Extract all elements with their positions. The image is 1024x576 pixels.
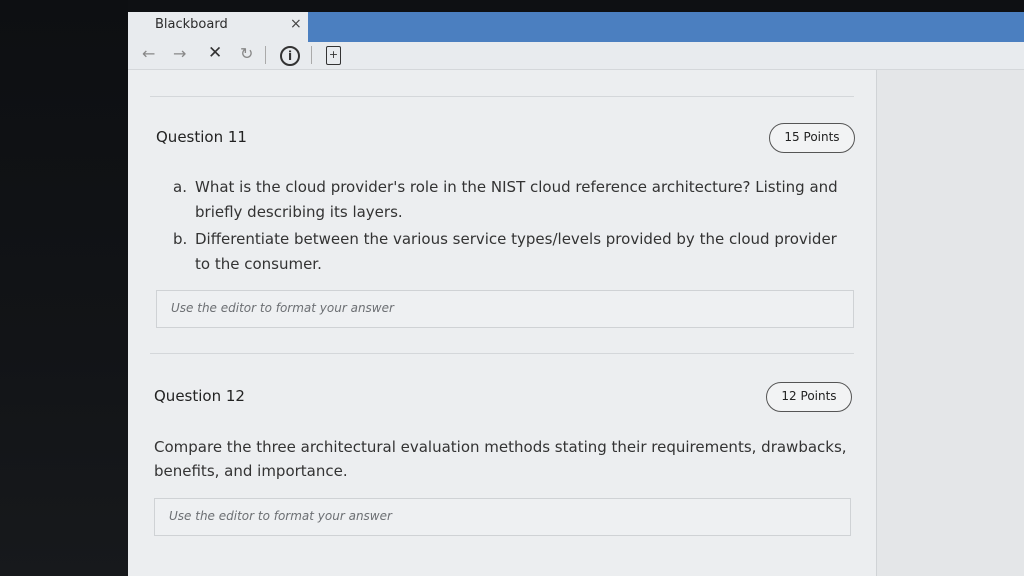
question-11-answer-editor[interactable]: Use the editor to format your answer <box>156 290 854 328</box>
right-side-panel <box>876 70 1024 576</box>
tab-title: Blackboard <box>155 17 228 32</box>
stop-icon[interactable]: ✕ <box>208 43 222 63</box>
tab-blackboard[interactable]: Blackboard × <box>128 12 308 42</box>
answer-placeholder: Use the editor to format your answer <box>171 301 394 315</box>
forward-arrow-icon[interactable]: → <box>173 44 186 63</box>
question-11-body: a. What is the cloud provider's role in … <box>173 175 853 279</box>
monitor-bezel-top <box>128 0 1024 12</box>
tab-close-icon[interactable]: × <box>290 16 302 32</box>
item-marker: b. <box>173 230 188 248</box>
question-11-title: Question 11 <box>156 128 247 146</box>
monitor-bezel-left <box>0 0 128 576</box>
back-arrow-icon[interactable]: ← <box>142 44 155 63</box>
reload-icon[interactable]: ↻ <box>240 44 253 63</box>
assessment-content: Question 11 15 Points a. What is the clo… <box>128 70 876 576</box>
item-text: What is the cloud provider's role in the… <box>195 178 838 221</box>
info-icon[interactable]: i <box>280 46 300 66</box>
divider <box>150 353 854 354</box>
page-icon[interactable]: + <box>326 46 341 65</box>
divider <box>150 96 854 97</box>
navigation-bar: ← → ✕ ↻ i + <box>128 42 1024 70</box>
question-12-text: Compare the three architectural evaluati… <box>154 438 847 480</box>
toolbar-divider <box>265 46 266 64</box>
question-12-points-badge: 12 Points <box>766 382 852 412</box>
question-12-title: Question 12 <box>154 387 245 405</box>
question-12-answer-editor[interactable]: Use the editor to format your answer <box>154 498 851 536</box>
item-marker: a. <box>173 178 187 196</box>
browser-window: Blackboard × ← → ✕ ↻ i + Question 11 15 … <box>128 12 1024 576</box>
question-11-item-a: a. What is the cloud provider's role in … <box>173 175 853 225</box>
item-text: Differentiate between the various servic… <box>195 230 837 273</box>
question-11-item-b: b. Differentiate between the various ser… <box>173 227 853 277</box>
question-11-points-badge: 15 Points <box>769 123 855 153</box>
answer-placeholder: Use the editor to format your answer <box>169 509 392 523</box>
toolbar-divider <box>311 46 312 64</box>
tab-bar: Blackboard × <box>128 12 1024 42</box>
